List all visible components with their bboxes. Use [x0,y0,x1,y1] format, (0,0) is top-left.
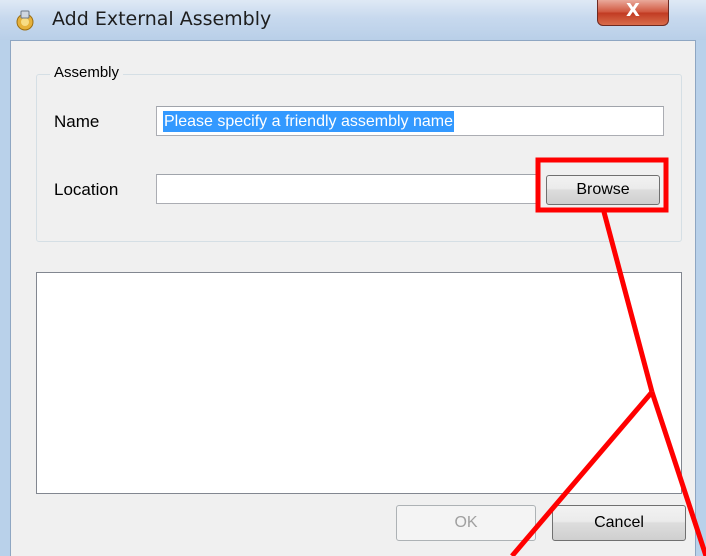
name-label: Name [54,112,100,131]
assembly-groupbox [36,74,682,242]
dialog-window: Add External Assembly X Assembly Name Pl… [0,0,706,556]
name-input-selected-text: Please specify a friendly assembly name [163,111,455,132]
close-icon: X [626,0,640,21]
location-label: Location [54,180,119,199]
assembly-icon [16,10,34,31]
location-input[interactable] [156,174,538,204]
close-button[interactable]: X [597,0,669,26]
browse-button[interactable]: Browse [546,175,660,205]
window-title: Add External Assembly [52,8,272,30]
name-input[interactable]: Please specify a friendly assembly name [156,106,664,136]
assembly-details-list[interactable] [36,272,682,494]
title-bar[interactable]: Add External Assembly X [0,0,706,40]
cancel-button[interactable]: Cancel [552,505,686,541]
ok-button[interactable]: OK [396,505,536,541]
assembly-group-legend: Assembly [50,64,124,81]
